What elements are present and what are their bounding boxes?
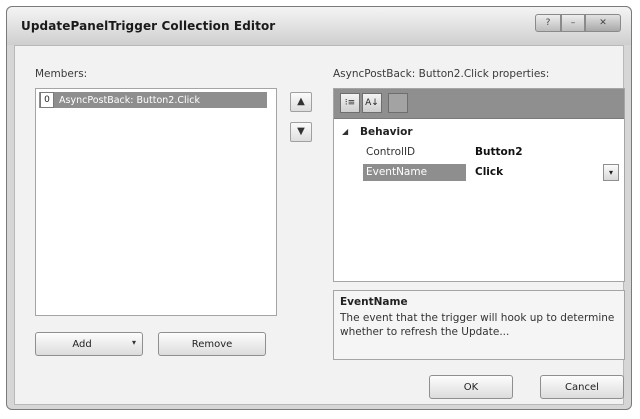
alphabetical-view-button[interactable]: A↓ (362, 93, 382, 113)
chevron-down-icon[interactable]: ▾ (132, 338, 136, 347)
category-label: Behavior (360, 126, 413, 138)
sort-alphabetical-icon: A↓ (365, 98, 379, 108)
window-title: UpdatePanelTrigger Collection Editor (21, 19, 276, 33)
remove-button-label: Remove (191, 338, 233, 350)
property-grid-toolbar: ⁝≡ A↓ (334, 89, 624, 119)
collection-editor-dialog: UpdatePanelTrigger Collection Editor ? –… (6, 6, 632, 410)
property-pages-button[interactable] (388, 93, 408, 113)
member-index: 0 (40, 92, 54, 108)
ok-button[interactable]: OK (429, 375, 513, 399)
help-button[interactable]: ? (535, 14, 561, 32)
chevron-down-icon[interactable]: ▾ (603, 164, 619, 181)
move-up-button[interactable]: ▲ (290, 92, 312, 112)
minimize-button[interactable]: – (561, 14, 585, 32)
member-text: AsyncPostBack: Button2.Click (59, 94, 200, 106)
arrow-down-icon: ▼ (297, 126, 305, 137)
property-value[interactable]: Button2 (475, 146, 523, 158)
add-button[interactable]: Add ▾ (35, 332, 143, 356)
remove-button[interactable]: Remove (158, 332, 266, 356)
property-description-panel: EventName The event that the trigger wil… (333, 290, 625, 360)
window-controls: ? – ✕ (535, 14, 621, 32)
property-name: ControlID (366, 146, 416, 158)
property-name: EventName (363, 164, 466, 181)
categorized-view-button[interactable]: ⁝≡ (340, 93, 360, 113)
categorized-icon: ⁝≡ (344, 98, 356, 108)
property-value[interactable]: Click (475, 166, 503, 178)
dialog-client-area: Members: 0 AsyncPostBack: Button2.Click … (14, 45, 625, 405)
members-list[interactable]: 0 AsyncPostBack: Button2.Click (35, 88, 277, 316)
list-item[interactable]: 0 AsyncPostBack: Button2.Click (39, 92, 267, 108)
add-button-label: Add (72, 338, 92, 350)
cancel-button[interactable]: Cancel (540, 375, 624, 399)
description-text: The event that the trigger will hook up … (340, 312, 615, 338)
title-bar[interactable]: UpdatePanelTrigger Collection Editor ? –… (7, 7, 631, 45)
arrow-up-icon: ▲ (297, 96, 305, 107)
move-down-button[interactable]: ▼ (290, 122, 312, 142)
close-button[interactable]: ✕ (585, 14, 621, 32)
properties-label: AsyncPostBack: Button2.Click properties: (333, 68, 550, 80)
ok-button-label: OK (463, 381, 479, 393)
property-row-eventname[interactable]: EventName Click ▾ (334, 163, 624, 183)
cancel-button-label: Cancel (565, 381, 599, 393)
description-title: EventName (340, 296, 408, 308)
members-label: Members: (35, 68, 88, 80)
property-row-controlid[interactable]: ControlID Button2 (334, 143, 624, 163)
category-row-behavior[interactable]: ◢ Behavior (334, 123, 624, 143)
collapse-icon[interactable]: ◢ (342, 127, 348, 136)
property-grid[interactable]: ⁝≡ A↓ ◢ Behavior ControlID Button2 Event… (333, 88, 625, 282)
